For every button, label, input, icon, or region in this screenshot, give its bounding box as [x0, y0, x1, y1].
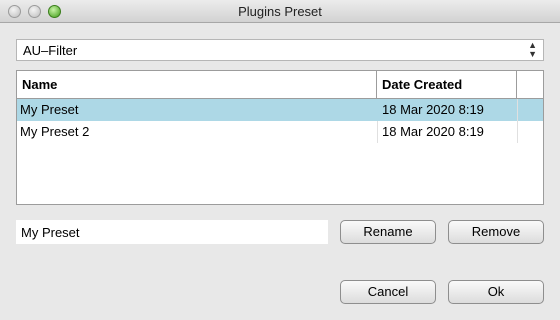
column-header-date-created[interactable]: Date Created: [377, 71, 517, 99]
cancel-button[interactable]: Cancel: [340, 280, 436, 304]
column-divider: [517, 99, 518, 143]
plugin-select-value: AU–Filter: [23, 43, 78, 58]
plugin-select[interactable]: AU–Filter ▲ ▼: [16, 39, 544, 61]
remove-button[interactable]: Remove: [448, 220, 544, 244]
table-header: Name Date Created: [17, 71, 543, 99]
close-window-button[interactable]: [8, 5, 21, 18]
ok-button[interactable]: Ok: [448, 280, 544, 304]
title-bar: Plugins Preset: [0, 0, 560, 23]
column-divider: [377, 121, 378, 143]
row-name-cell: My Preset: [20, 102, 79, 117]
table-row[interactable]: My Preset 18 Mar 2020 8:19: [17, 99, 543, 121]
preset-table: Name Date Created My Preset 18 Mar 2020 …: [16, 70, 544, 205]
rename-button[interactable]: Rename: [340, 220, 436, 244]
window-title: Plugins Preset: [238, 4, 322, 19]
updown-chevron-icon: ▲ ▼: [528, 40, 537, 59]
minimize-window-button[interactable]: [28, 5, 41, 18]
row-date-cell: 18 Mar 2020 8:19: [382, 102, 484, 117]
table-row[interactable]: My Preset 2 18 Mar 2020 8:19: [17, 121, 543, 143]
row-name-cell: My Preset 2: [20, 124, 90, 139]
preset-name-input[interactable]: [16, 220, 328, 244]
zoom-window-button[interactable]: [48, 5, 61, 18]
column-header-name[interactable]: Name: [17, 71, 377, 99]
column-header-empty: [517, 71, 543, 99]
row-date-cell: 18 Mar 2020 8:19: [382, 124, 484, 139]
